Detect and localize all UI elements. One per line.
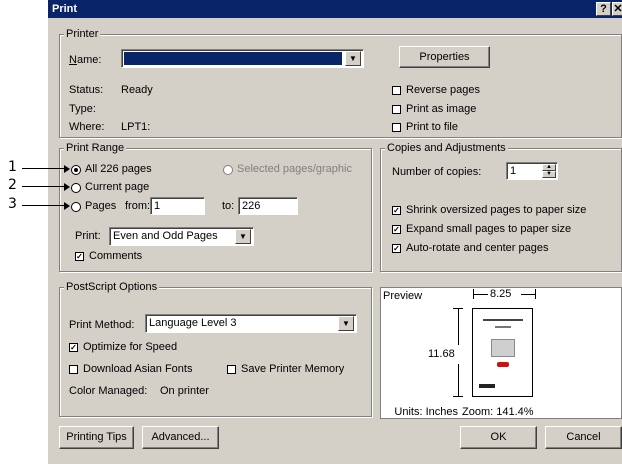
- pages-label: Pages: [85, 200, 117, 212]
- zoom-label: Zoom: 141.4%: [462, 406, 534, 418]
- comments-checkbox[interactable]: ✓: [75, 252, 84, 261]
- ok-button[interactable]: OK: [460, 426, 537, 449]
- preview-label: Preview: [383, 290, 423, 302]
- save-memory-checkbox[interactable]: [227, 365, 236, 374]
- callout-line: [22, 168, 68, 169]
- pages-radio[interactable]: [71, 202, 81, 212]
- dimension-line: [521, 294, 535, 295]
- where-label: Where:: [69, 121, 105, 133]
- dialog-title: Print: [52, 3, 78, 15]
- print-as-image-label: Print as image: [406, 103, 477, 115]
- print-range-group-label: Print Range: [64, 142, 127, 154]
- print-method-label: Print Method:: [69, 319, 135, 331]
- printing-tips-button[interactable]: Printing Tips: [59, 426, 134, 449]
- callout-line: [22, 186, 68, 187]
- where-value: LPT1:: [121, 121, 151, 133]
- to-input[interactable]: 226: [238, 197, 298, 215]
- chevron-down-icon[interactable]: ▼: [338, 316, 354, 331]
- color-managed-label: Color Managed:: [69, 385, 148, 397]
- status-value: Ready: [121, 84, 153, 96]
- autorotate-label: Auto-rotate and center pages: [406, 242, 549, 254]
- shrink-checkbox[interactable]: ✓: [392, 206, 401, 215]
- current-page-label: Current page: [85, 181, 150, 193]
- callout-arrow-icon: [64, 202, 70, 210]
- chevron-down-icon[interactable]: ▼: [235, 229, 251, 244]
- close-button[interactable]: ✕: [612, 2, 622, 16]
- shrink-label: Shrink oversized pages to paper size: [406, 204, 587, 216]
- callout-line: [22, 205, 68, 206]
- selected-pages-radio: [223, 165, 233, 175]
- download-fonts-label: Download Asian Fonts: [83, 363, 193, 375]
- reverse-pages-checkbox[interactable]: [392, 86, 401, 95]
- callout-arrow-icon: [64, 165, 70, 173]
- print-subset-select[interactable]: Even and Odd Pages: [109, 227, 254, 246]
- current-page-radio[interactable]: [71, 183, 81, 193]
- spin-down-icon[interactable]: ▼: [542, 171, 556, 178]
- from-label: from:: [125, 200, 151, 212]
- chevron-down-icon[interactable]: ▼: [345, 51, 361, 66]
- advanced-button[interactable]: Advanced...: [142, 426, 219, 449]
- expand-label: Expand small pages to paper size: [406, 223, 572, 235]
- spin-up-icon[interactable]: ▲: [542, 164, 556, 171]
- all-pages-radio[interactable]: [71, 165, 81, 175]
- print-to-file-label: Print to file: [406, 121, 458, 133]
- status-label: Status:: [69, 84, 104, 96]
- to-label: to:: [222, 200, 235, 212]
- help-button[interactable]: ?: [596, 2, 611, 16]
- all-pages-label: All 226 pages: [85, 163, 152, 175]
- print-method-select[interactable]: Language Level 3: [145, 314, 357, 333]
- copies-group-label: Copies and Adjustments: [385, 142, 508, 154]
- callout-2: 2: [8, 177, 17, 193]
- callout-3: 3: [8, 196, 17, 212]
- printer-image: [491, 339, 515, 357]
- printer-name-select[interactable]: [121, 49, 364, 68]
- dimension-line: [474, 294, 488, 295]
- number-of-copies-label: Number of copies:: [392, 166, 482, 178]
- comments-label: Comments: [89, 250, 143, 262]
- postscript-group-label: PostScript Options: [64, 281, 160, 293]
- printer-group-label: Printer: [64, 28, 101, 40]
- dimension-tick: [453, 396, 463, 397]
- logo-mark: [479, 384, 495, 388]
- from-input[interactable]: 1: [150, 197, 205, 215]
- autorotate-checkbox[interactable]: ✓: [392, 244, 401, 253]
- title-bar: Print: [48, 0, 622, 18]
- color-managed-value: On printer: [160, 385, 209, 397]
- page-thumbnail: [472, 308, 533, 397]
- download-fonts-checkbox[interactable]: [69, 365, 78, 374]
- cancel-button[interactable]: Cancel: [545, 426, 622, 449]
- callout-arrow-icon: [64, 183, 70, 191]
- dimension-line: [458, 309, 459, 345]
- units-label: Units: Inches: [394, 406, 458, 418]
- preview-height: 11.68: [428, 348, 455, 360]
- print-as-image-checkbox[interactable]: [392, 105, 401, 114]
- preview-width: 8.25: [490, 288, 512, 300]
- red-mark: [497, 362, 509, 367]
- printer-name-value: [124, 52, 342, 65]
- name-label: Name:: [69, 54, 102, 66]
- dimension-tick: [535, 289, 536, 299]
- dimension-line: [458, 364, 459, 396]
- reverse-pages-label: Reverse pages: [406, 84, 480, 96]
- selected-pages-label: Selected pages/graphic: [237, 163, 352, 175]
- optimize-checkbox[interactable]: ✓: [69, 343, 78, 352]
- print-to-file-checkbox[interactable]: [392, 123, 401, 132]
- expand-checkbox[interactable]: ✓: [392, 225, 401, 234]
- type-label: Type:: [69, 103, 96, 115]
- print-subset-label: Print:: [75, 230, 101, 242]
- save-memory-label: Save Printer Memory: [241, 363, 345, 375]
- optimize-label: Optimize for Speed: [83, 341, 178, 353]
- callout-1: 1: [8, 159, 17, 175]
- properties-button[interactable]: Properties: [399, 46, 490, 68]
